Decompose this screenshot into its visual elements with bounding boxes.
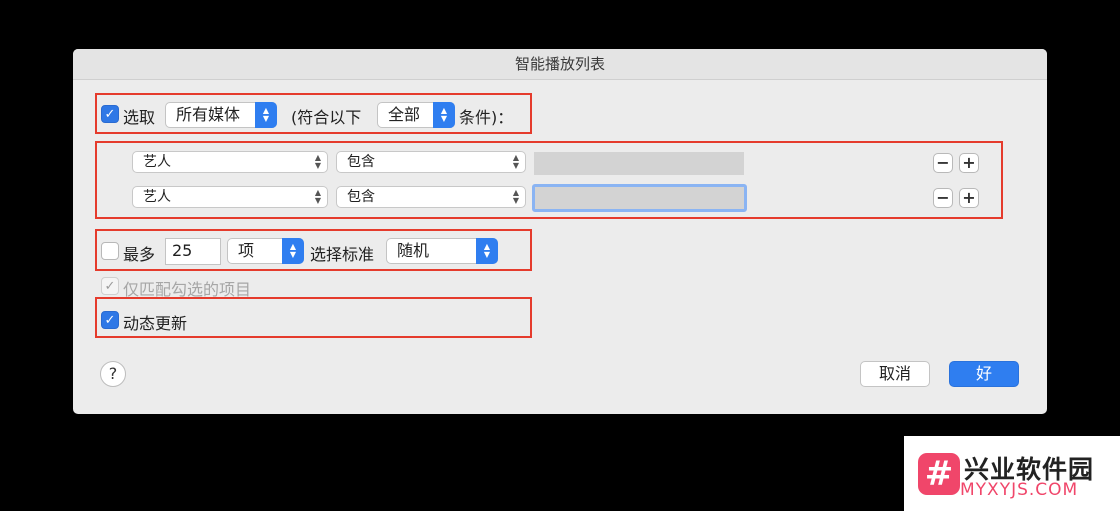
hash-logo-icon: # <box>918 453 960 495</box>
rule-2-operator-value: 包含 <box>347 189 375 205</box>
match-popup[interactable]: 全部 ▲ ▼ <box>377 102 455 128</box>
select-checkbox[interactable]: ✓ <box>101 105 119 123</box>
ok-button[interactable]: 好 <box>949 361 1019 387</box>
rule-1-field-value: 艺人 <box>143 154 171 170</box>
criteria-popup[interactable]: 随机 ▲ ▼ <box>386 238 498 264</box>
dialog-title: 智能播放列表 <box>73 49 1047 80</box>
media-type-value: 所有媒体 <box>176 105 241 124</box>
chevron-updown-icon: ▲ ▼ <box>255 102 277 128</box>
criteria-label: 选择标准 <box>310 245 375 264</box>
limit-label: 最多 <box>123 245 156 264</box>
watermark: # 兴业软件园 MYXYJS.COM <box>904 436 1120 511</box>
rule-2-field-select[interactable]: 艺人 ▲ ▼ <box>132 186 328 208</box>
help-button[interactable]: ? <box>100 361 126 387</box>
watermark-url: MYXYJS.COM <box>960 480 1079 500</box>
rule-1-field-select[interactable]: 艺人 ▲ ▼ <box>132 151 328 173</box>
checked-only-checkbox: ✓ <box>101 277 119 295</box>
cancel-button[interactable]: 取消 <box>860 361 930 387</box>
criteria-value: 随机 <box>397 241 430 260</box>
chevron-updown-icon: ▲ ▼ <box>512 188 519 205</box>
chevron-updown-icon: ▲ ▼ <box>433 102 455 128</box>
select-label: 选取 <box>123 108 156 127</box>
rule-1-add-button[interactable]: + <box>959 153 979 173</box>
chevron-updown-icon: ▲ ▼ <box>314 153 321 170</box>
rule-2-operator-select[interactable]: 包含 ▲ ▼ <box>336 186 526 208</box>
live-update-label: 动态更新 <box>123 314 188 333</box>
rule-2-value-field[interactable] <box>532 184 747 212</box>
live-update-checkbox[interactable]: ✓ <box>101 311 119 329</box>
match-suffix-label: 条件)： <box>459 108 514 127</box>
chevron-updown-icon: ▲ ▼ <box>512 153 519 170</box>
limit-checkbox[interactable] <box>101 242 119 260</box>
media-type-popup[interactable]: 所有媒体 ▲ ▼ <box>165 102 277 128</box>
rule-1-operator-value: 包含 <box>347 154 375 170</box>
match-prefix-label: (符合以下 <box>291 108 362 127</box>
rule-2-remove-button[interactable]: − <box>933 188 953 208</box>
smart-playlist-dialog: 智能播放列表 ✓ 选取 所有媒体 ▲ ▼ (符合以下 全部 ▲ ▼ 条件)： 艺人 … <box>73 49 1047 414</box>
rule-2-add-button[interactable]: + <box>959 188 979 208</box>
rule-1-remove-button[interactable]: − <box>933 153 953 173</box>
limit-count-field[interactable]: 25 <box>165 238 221 265</box>
match-value: 全部 <box>388 105 421 124</box>
rule-2-field-value: 艺人 <box>143 189 171 205</box>
limit-unit-popup[interactable]: 项 ▲ ▼ <box>227 238 304 264</box>
rule-1-value-field[interactable] <box>534 152 744 175</box>
chevron-updown-icon: ▲ ▼ <box>314 188 321 205</box>
chevron-updown-icon: ▲ ▼ <box>476 238 498 264</box>
limit-unit-value: 项 <box>238 241 255 260</box>
chevron-updown-icon: ▲ ▼ <box>282 238 304 264</box>
rule-1-operator-select[interactable]: 包含 ▲ ▼ <box>336 151 526 173</box>
